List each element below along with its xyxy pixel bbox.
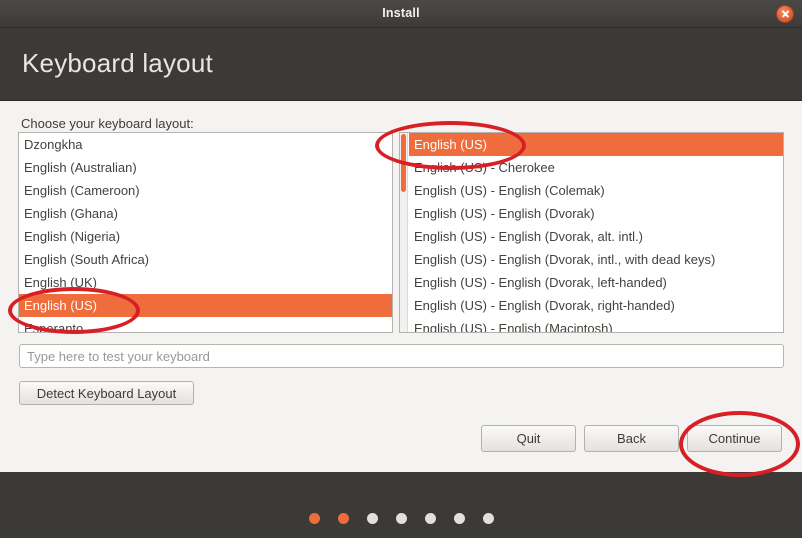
variant-list-item[interactable]: English (US) - English (Dvorak, left-han… [409,271,783,294]
variant-list-item[interactable]: English (US) - English (Dvorak, intl., w… [409,248,783,271]
language-list-item[interactable]: English (Nigeria) [19,225,392,248]
language-list-item[interactable]: Esperanto [19,317,392,332]
main-content: Choose your keyboard layout: Dzongkha Eng… [0,100,802,472]
language-list-item[interactable]: English (Cameroon) [19,179,392,202]
install-window: Install Keyboard layout Choose your keyb… [0,0,802,538]
page-footer [0,472,802,538]
window-titlebar: Install [0,0,802,28]
language-list-item[interactable]: English (Australian) [19,156,392,179]
variant-list-item[interactable]: English (US) - English (Dvorak, alt. int… [409,225,783,248]
progress-dot [424,513,436,524]
close-icon[interactable] [776,5,794,23]
keyboard-language-list[interactable]: Dzongkha English (Australian) English (Cam… [18,132,393,333]
variant-list-item[interactable]: English (US) - Cherokee [409,156,783,179]
progress-dot [395,513,407,524]
progress-dot [366,513,378,524]
progress-dot [453,513,465,524]
variant-list-item[interactable]: English (US) - English (Dvorak, right-ha… [409,294,783,317]
variant-list-scrollbar[interactable] [400,133,408,332]
quit-button[interactable]: Quit [481,425,576,452]
variant-list-item[interactable]: English (US) - English (Macintosh) [409,317,783,332]
detect-keyboard-layout-button[interactable]: Detect Keyboard Layout [19,381,194,405]
back-button[interactable]: Back [584,425,679,452]
continue-button[interactable]: Continue [687,425,782,452]
progress-dot [308,513,320,524]
page-title: Keyboard layout [22,48,213,78]
progress-dot [337,513,349,524]
language-list-item[interactable]: English (South Africa) [19,248,392,271]
keyboard-variant-list[interactable]: English (US) English (US) - Cherokee Engli… [399,132,784,333]
language-list-item[interactable]: English (UK) [19,271,392,294]
keyboard-test-input[interactable] [19,344,784,368]
progress-dot [482,513,494,524]
variant-list-item[interactable]: English (US) [409,133,783,156]
page-header: Keyboard layout [0,28,802,100]
variant-list-scroll-thumb[interactable] [401,134,406,192]
language-list-item[interactable]: Dzongkha [19,133,392,156]
choose-layout-label: Choose your keyboard layout: [21,116,194,131]
variant-list-item[interactable]: English (US) - English (Dvorak) [409,202,783,225]
language-list-item[interactable]: English (Ghana) [19,202,392,225]
progress-dots [0,513,802,524]
variant-list-item[interactable]: English (US) - English (Colemak) [409,179,783,202]
language-list-item[interactable]: English (US) [19,294,392,317]
window-title: Install [382,6,420,20]
